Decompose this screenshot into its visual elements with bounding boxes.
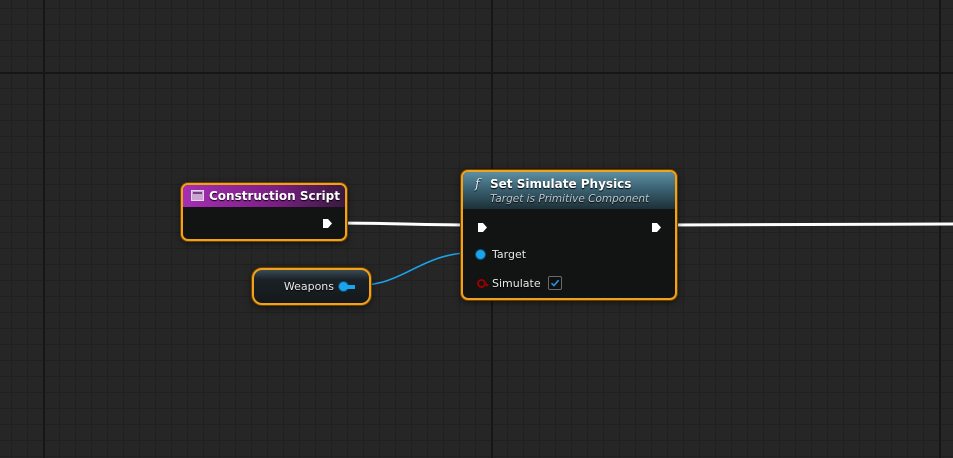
- exec-out-pin[interactable]: [322, 218, 333, 229]
- construction-script-node[interactable]: Construction Script: [181, 183, 347, 241]
- construction-script-title: Construction Script: [209, 189, 340, 203]
- set-simulate-physics-subtitle: Target is Primitive Component: [490, 193, 650, 205]
- weapons-label: Weapons: [283, 280, 334, 293]
- target-input-row: Target: [476, 248, 526, 261]
- object-pin-icon[interactable]: [476, 250, 485, 259]
- construction-script-title-bar[interactable]: Construction Script: [183, 185, 345, 207]
- simulate-label: Simulate: [492, 276, 541, 290]
- weapons-variable-node[interactable]: Weapons: [252, 268, 371, 305]
- exec-out-pin[interactable]: [651, 222, 662, 233]
- blueprint-graph-canvas[interactable]: Construction Script Weapons f Set Simula…: [0, 0, 953, 458]
- object-pin-connector: [347, 284, 355, 289]
- weapons-output-row: Weapons: [284, 280, 355, 293]
- set-simulate-physics-node[interactable]: f Set Simulate Physics Target is Primiti…: [461, 170, 677, 300]
- target-label: Target: [492, 248, 527, 261]
- exec-wire-simulate-out[interactable]: [663, 222, 953, 227]
- simulate-checkbox[interactable]: [547, 276, 562, 290]
- exec-pin-icon: [323, 219, 332, 228]
- set-simulate-physics-title: Set Simulate Physics: [490, 177, 632, 191]
- simulate-input-row: Simulate: [477, 276, 562, 290]
- exec-pin-icon: [652, 223, 661, 232]
- exec-wire-construction-to-simulate[interactable]: [333, 221, 481, 227]
- exec-in-pin[interactable]: [477, 222, 488, 233]
- set-simulate-physics-title-bar[interactable]: f Set Simulate Physics Target is Primiti…: [463, 172, 675, 209]
- exec-pin-icon: [478, 223, 487, 232]
- event-icon: [191, 190, 204, 201]
- checkmark-icon: [550, 279, 559, 287]
- boolean-pin-icon[interactable]: [477, 278, 489, 288]
- function-icon: f: [475, 177, 480, 192]
